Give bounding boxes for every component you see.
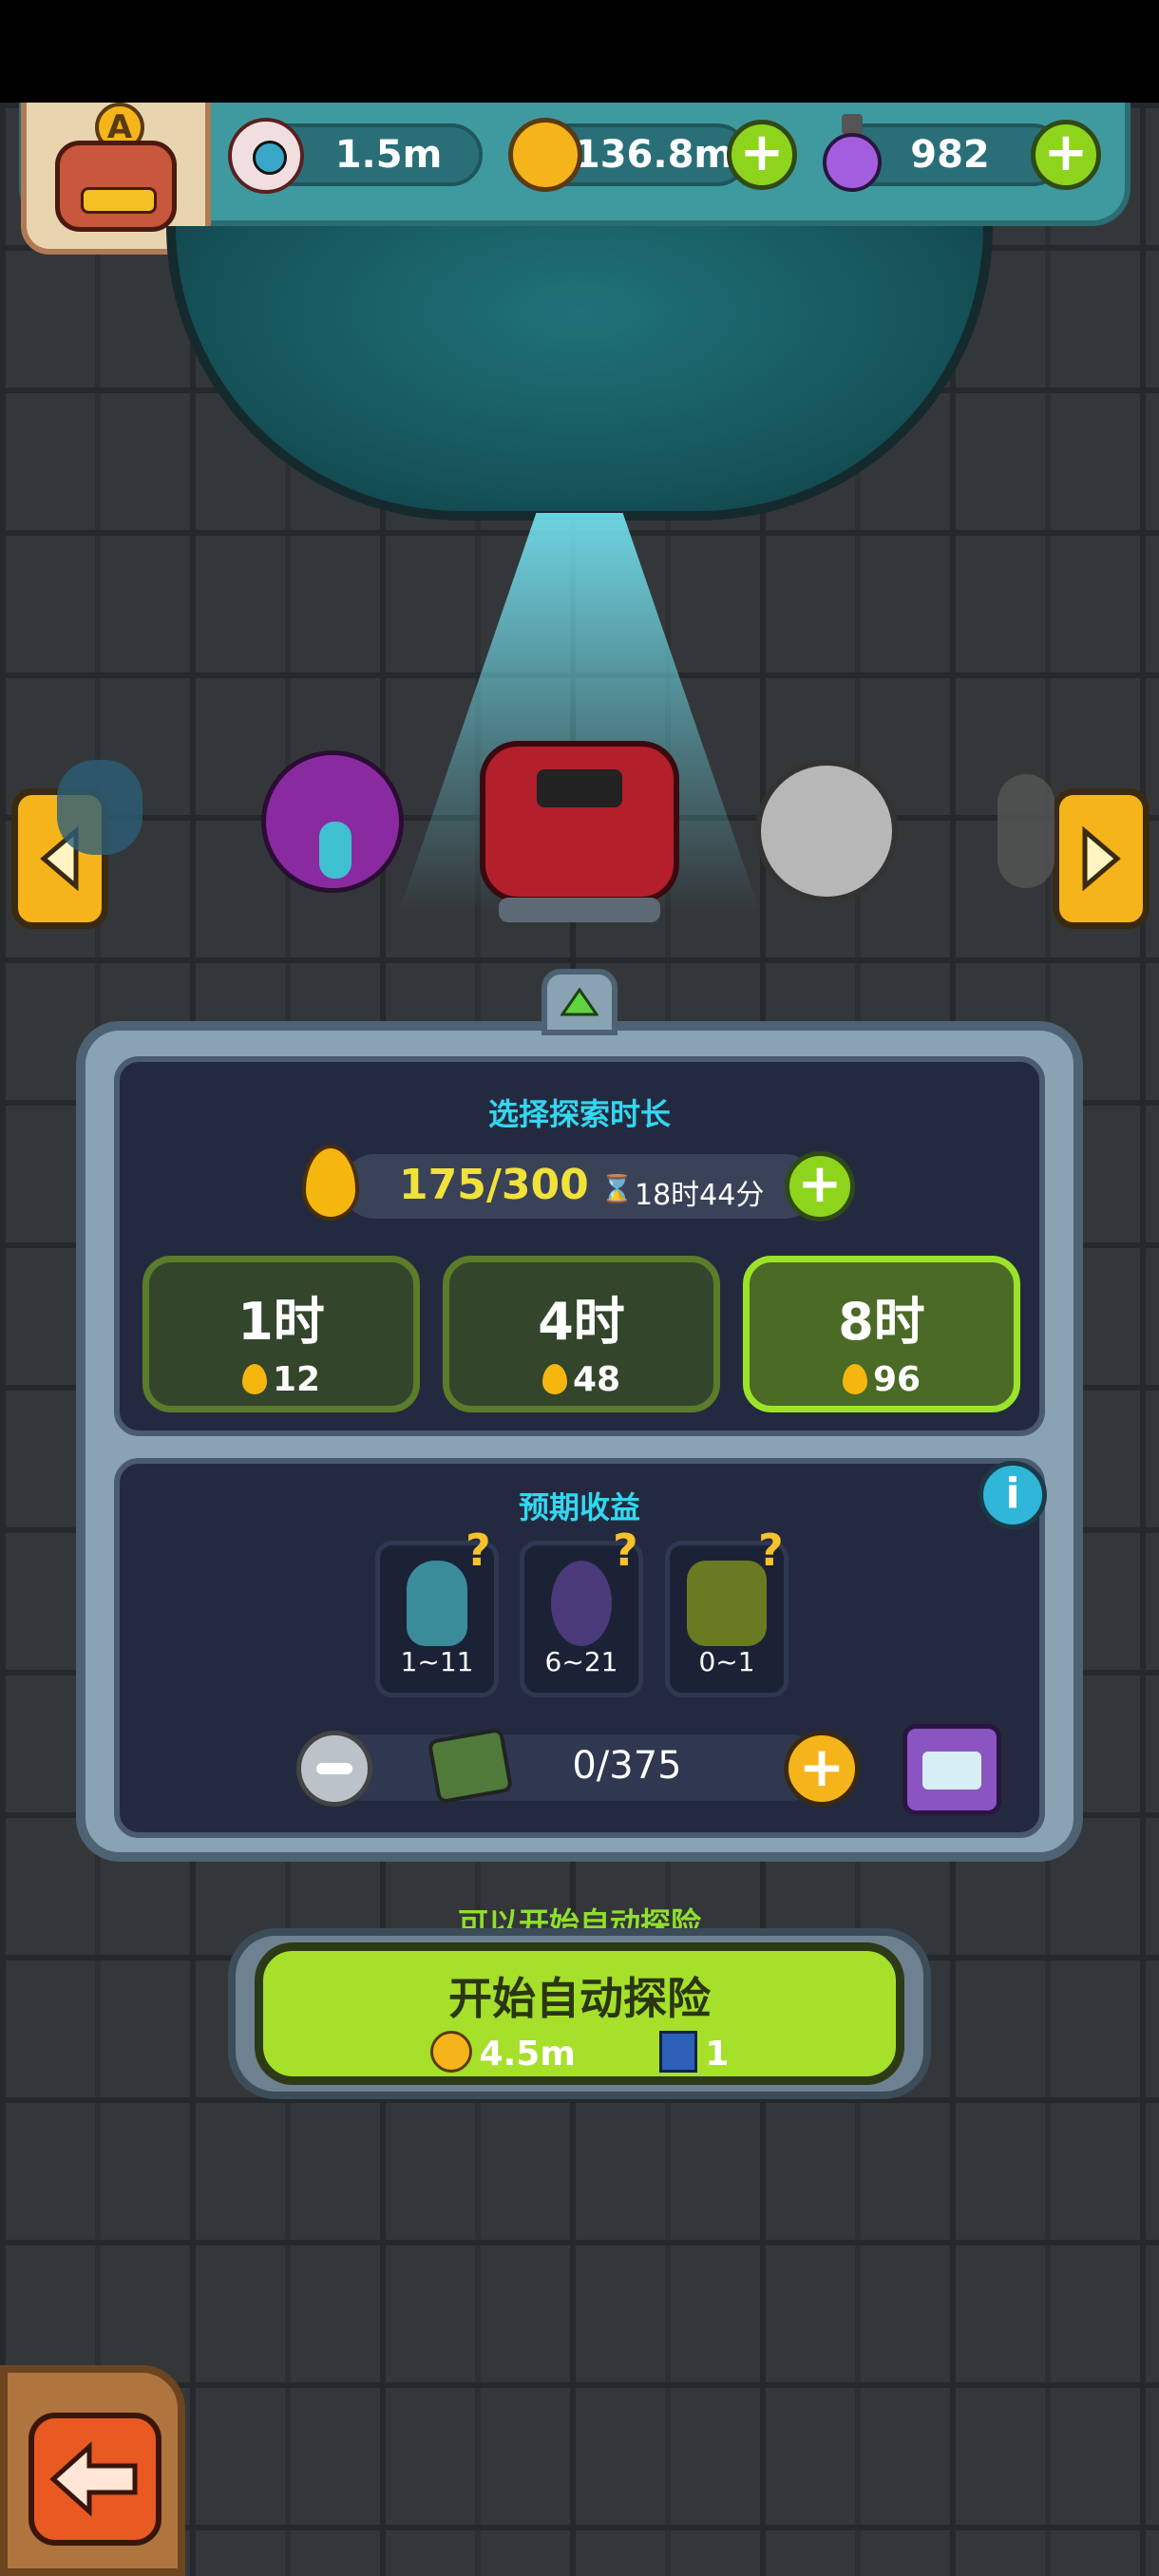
duration-label: 1时: [238, 1292, 325, 1352]
drop-icon: [842, 1364, 867, 1394]
hourglass-icon: ⌛: [600, 1173, 634, 1204]
increase-ticket-button[interactable]: +: [784, 1731, 860, 1807]
energy-value: 175/300: [399, 1161, 589, 1209]
back-arrow-icon: [49, 2441, 138, 2517]
question-mark-icon: ?: [613, 1525, 638, 1576]
video-ad-tv-icon[interactable]: [902, 1724, 1001, 1815]
question-mark-icon: ?: [466, 1525, 491, 1576]
reward-range: 0~1: [698, 1646, 755, 1677]
duration-label: 4时: [538, 1292, 625, 1352]
start-coin-cost: 4.5m: [479, 2035, 576, 2074]
back-button[interactable]: [0, 2365, 185, 2576]
add-energy-button[interactable]: +: [785, 1151, 855, 1222]
ticket-count: 0/375: [572, 1744, 682, 1788]
monster-partial-right[interactable]: [998, 774, 1054, 888]
info-button[interactable]: i: [978, 1461, 1047, 1529]
drop-icon: [241, 1364, 267, 1394]
arrow-right-icon: [1082, 825, 1121, 892]
energy-timer: 18时44分: [635, 1179, 765, 1212]
add-coins-button[interactable]: +: [727, 120, 797, 190]
duration-label: 8时: [838, 1292, 925, 1352]
reward-range: 6~21: [544, 1646, 618, 1677]
reward-range: 1~11: [400, 1646, 474, 1677]
drop-icon: [542, 1364, 567, 1394]
purple-potion-icon: [819, 114, 885, 194]
duration-option-1h[interactable]: 1时 12: [142, 1256, 420, 1412]
eyes-value: 1.5m: [334, 133, 443, 177]
rewards-title: 预期收益: [518, 1489, 640, 1525]
blue-squid-monster-icon: [407, 1561, 467, 1646]
panel-collapse-tab[interactable]: [542, 969, 618, 1035]
ticket-icon: [659, 2031, 698, 2073]
status-bar: [0, 0, 1159, 103]
chevron-up-icon: [560, 988, 598, 1016]
avatar-monster-icon: [55, 141, 177, 232]
question-mark-icon: ?: [758, 1525, 784, 1576]
start-ticket-cost: 1: [705, 2035, 730, 2074]
throne-monster-selected[interactable]: [470, 722, 689, 931]
duration-option-8h[interactable]: 8时 96: [743, 1256, 1020, 1412]
next-monster-button[interactable]: [1053, 788, 1150, 929]
decrease-ticket-button[interactable]: [296, 1731, 372, 1807]
purple-horned-monster[interactable]: [261, 750, 404, 893]
spiked-ball-monster[interactable]: [755, 760, 898, 902]
eyeball-icon: [228, 118, 304, 194]
ticket-icon: [427, 1727, 514, 1805]
coin-icon: [429, 2031, 472, 2073]
start-auto-explore-button[interactable]: 开始自动探险 4.5m 1: [255, 1942, 904, 2085]
monster-partial-left[interactable]: [57, 760, 142, 855]
add-potions-button[interactable]: +: [1031, 120, 1101, 190]
duration-option-4h[interactable]: 4时 48: [443, 1256, 720, 1412]
duration-title: 选择探索时长: [487, 1096, 671, 1132]
potions-value: 982: [910, 133, 990, 177]
green-plant-monster-icon: [687, 1561, 767, 1646]
coins-value: 136.8m: [573, 133, 734, 177]
duration-cost: 12: [272, 1360, 321, 1399]
grape-monster-icon: [551, 1561, 612, 1646]
start-button-label: 开始自动探险: [448, 1973, 711, 2024]
duration-cost: 96: [872, 1360, 922, 1399]
duration-cost: 48: [572, 1360, 621, 1399]
coin-icon: [508, 118, 582, 192]
